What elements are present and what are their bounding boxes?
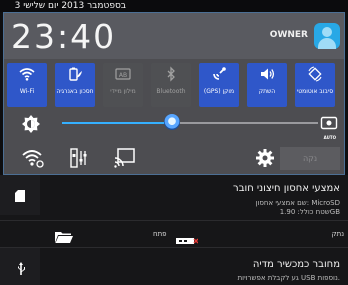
gps-icon bbox=[199, 66, 239, 88]
notification-icon-cell bbox=[0, 248, 40, 285]
clear-all-button[interactable]: נקה bbox=[280, 147, 340, 170]
toggle-instant-dictionary[interactable]: AB מילון מיידי bbox=[103, 63, 143, 107]
settings-button[interactable] bbox=[254, 147, 276, 169]
screen: 3 בספטמבר 2013 יום שלישי 23:40 OWNER Wi-… bbox=[0, 0, 348, 285]
toggle-label: מילון מיידי bbox=[110, 88, 136, 95]
toggle-label: Bluetooth bbox=[156, 88, 186, 95]
date-text: 3 בספטמבר 2013 יום שלישי bbox=[14, 1, 126, 11]
wifi-icon bbox=[7, 66, 47, 88]
toggle-label: Wi-Fi bbox=[19, 88, 35, 95]
avatar[interactable] bbox=[314, 23, 340, 49]
auto-rotate-icon bbox=[295, 66, 335, 88]
toggle-label: חסכון באנרגיה bbox=[56, 88, 94, 95]
screen-cast-icon bbox=[114, 148, 136, 173]
toggle-label: (GPS) מוקן bbox=[203, 88, 235, 95]
notification-list: אמצעי אחסון חיצוני חובר שם אמצעי אחסון: … bbox=[0, 175, 348, 285]
brightness-row: AUTO bbox=[4, 107, 344, 141]
clock-header: 23:40 OWNER bbox=[4, 13, 344, 59]
notification-title[interactable]: אמצעי אחסון חיצוני חובר bbox=[233, 183, 340, 194]
notification-detail: שטח כולל: 1.90GB bbox=[279, 208, 340, 216]
mixer-icon bbox=[68, 148, 90, 173]
wifi-settings-button[interactable] bbox=[22, 147, 44, 169]
auto-brightness-label: AUTO bbox=[323, 135, 336, 140]
svg-text:AB: AB bbox=[119, 72, 127, 79]
tools-row: נקה bbox=[4, 141, 344, 175]
gear-icon bbox=[254, 149, 276, 173]
notification-detail: גע לקבלת אפשרויות USB נוספות. bbox=[237, 274, 340, 282]
mixer-button[interactable] bbox=[68, 147, 90, 169]
user-name[interactable]: OWNER bbox=[270, 30, 308, 40]
brightness-slider-thumb[interactable] bbox=[164, 114, 181, 130]
brightness-slider[interactable] bbox=[62, 122, 318, 124]
toggle-label: השתק bbox=[258, 88, 276, 95]
toggle-gps[interactable]: (GPS) מוקן bbox=[199, 63, 239, 107]
toggle-bluetooth[interactable]: Bluetooth bbox=[151, 63, 191, 107]
notification-icon-cell bbox=[0, 175, 40, 215]
quick-settings-panel: 23:40 OWNER Wi-Fi חסכון באנרגיה AB מילון… bbox=[3, 12, 345, 175]
divider bbox=[0, 247, 348, 248]
toggle-label: סיבוב אוטומטי bbox=[296, 88, 334, 95]
instant-dictionary-icon: AB bbox=[103, 66, 143, 88]
screen-cast-button[interactable] bbox=[114, 147, 136, 169]
toggle-auto-rotate[interactable]: סיבוב אוטומטי bbox=[295, 63, 335, 107]
open-action[interactable]: פתח bbox=[153, 230, 167, 238]
auto-brightness-button[interactable] bbox=[320, 115, 338, 133]
notification-title[interactable]: מחובר כמכשיר מדיה bbox=[253, 259, 340, 270]
notification-detail: שם אמצעי אחסון: MicroSD bbox=[255, 199, 340, 207]
clock: 23:40 bbox=[11, 17, 117, 56]
sound-icon bbox=[247, 66, 287, 88]
brightness-icon bbox=[22, 115, 40, 133]
status-bar: 3 בספטמבר 2013 יום שלישי bbox=[0, 0, 348, 12]
wifi-settings-icon bbox=[22, 150, 44, 173]
toggle-wifi[interactable]: Wi-Fi bbox=[7, 63, 47, 107]
toggle-power-saver[interactable]: חסכון באנרגיה bbox=[55, 63, 95, 107]
power-saver-icon bbox=[55, 66, 95, 88]
usb-icon bbox=[16, 260, 26, 279]
divider bbox=[0, 220, 348, 221]
toggle-sound[interactable]: השתק bbox=[247, 63, 287, 107]
folder-icon[interactable] bbox=[55, 228, 73, 247]
bluetooth-icon bbox=[151, 66, 191, 88]
sd-card-icon bbox=[15, 187, 25, 206]
disconnect-action[interactable]: נתק bbox=[332, 230, 344, 238]
